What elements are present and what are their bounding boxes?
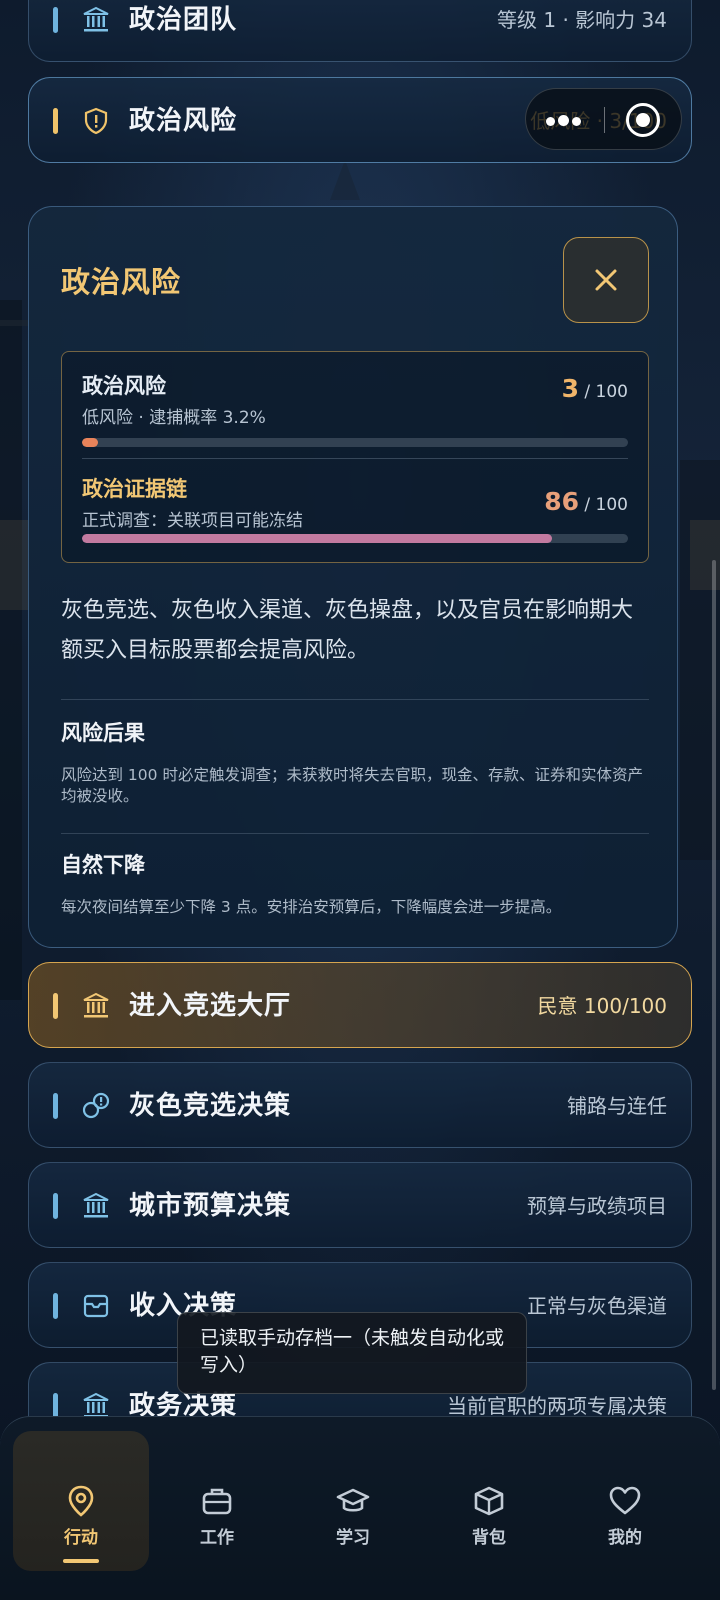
risk-progress-track [82, 438, 628, 447]
tab-action[interactable]: 行动 [13, 1431, 149, 1571]
package-box-icon [474, 1486, 504, 1516]
row-accent-bar [53, 1093, 58, 1119]
meter-name: 政治证据链 [82, 477, 187, 501]
tab-label: 学习 [336, 1528, 370, 1548]
meter-subtitle: 正式调查：关联项目可能冻结 [82, 511, 303, 531]
tab-backpack[interactable]: 背包 [421, 1431, 557, 1571]
briefcase-icon [202, 1488, 232, 1515]
close-button[interactable] [563, 237, 649, 323]
row-status: 正常与灰色渠道 [527, 1294, 667, 1318]
row-title: 进入竞选大厅 [129, 991, 292, 1021]
evidence-progress-track [82, 534, 628, 543]
panel-title: 政治风险 [61, 265, 182, 299]
row-accent-bar [53, 7, 58, 33]
graduation-cap-icon [336, 1488, 370, 1512]
location-pin-icon [68, 1485, 94, 1517]
gray-campaign-row[interactable]: 灰色竞选决策 铺路与连任 [28, 1062, 692, 1148]
row-status: 预算与政绩项目 [527, 1194, 667, 1218]
tab-label: 工作 [200, 1528, 234, 1548]
meter-value: 3 / 100 [562, 374, 628, 403]
meter-value: 86 / 100 [544, 487, 628, 516]
row-title: 政治团队 [129, 5, 238, 35]
row-status: 铺路与连任 [567, 1094, 667, 1118]
toast-message: 已读取手动存档一（未触发自动化或写入） [177, 1312, 527, 1394]
risk-detail-panel: 政治风险 政治风险 低风险 · 逮捕概率 3.2% 3 / 100 政治证据链 … [28, 206, 678, 948]
meter-value-max: / 100 [584, 495, 628, 515]
scrollbar[interactable] [712, 560, 716, 1390]
city-budget-row[interactable]: 城市预算决策 预算与政绩项目 [28, 1162, 692, 1248]
meter-name: 政治风险 [82, 374, 166, 398]
bank-building-icon [79, 989, 113, 1023]
tab-label: 行动 [64, 1528, 98, 1548]
section-divider [61, 833, 649, 834]
section-text: 每次夜间结算至少下降 3 点。安排治安预算后，下降幅度会进一步提高。 [61, 898, 562, 916]
tab-study[interactable]: 学习 [285, 1431, 421, 1571]
tab-label: 我的 [608, 1528, 642, 1548]
section-text: 风险达到 100 时必定触发调查；未获救时将失去官职，现金、存款、证券和实体资产… [61, 766, 643, 805]
more-dots-icon[interactable] [546, 111, 584, 130]
row-title: 灰色竞选决策 [129, 1091, 292, 1121]
chain-link-icon [79, 1089, 113, 1123]
row-accent-bar [53, 993, 58, 1019]
meter-value-max: / 100 [584, 382, 628, 402]
heart-icon [609, 1486, 641, 1515]
bank-building-icon [79, 3, 113, 37]
capsule-divider [604, 107, 605, 133]
meter-divider [82, 458, 628, 459]
meter-value-number: 3 [561, 374, 579, 403]
miniapp-capsule[interactable] [525, 88, 682, 150]
row-accent-bar [53, 108, 58, 134]
risk-description: 灰色竞选、灰色收入渠道、灰色操盘，以及官员在影响期大额买入目标股票都会提高风险。 [61, 598, 634, 663]
row-status: 民意 100/100 [537, 994, 667, 1018]
tab-work[interactable]: 工作 [149, 1431, 285, 1571]
section-divider [61, 699, 649, 700]
row-title: 政治风险 [129, 106, 238, 136]
tab-label: 背包 [472, 1528, 506, 1548]
inbox-tray-icon [79, 1289, 113, 1323]
bottom-tab-bar: 行动 工作 学习 背包 我的 [0, 1416, 720, 1600]
section-title: 风险后果 [61, 721, 145, 745]
section-title: 自然下降 [61, 853, 145, 877]
close-target-icon[interactable] [626, 103, 660, 137]
row-accent-bar [53, 1293, 58, 1319]
shield-alert-icon [79, 104, 113, 138]
meter-subtitle: 低风险 · 逮捕概率 3.2% [82, 408, 266, 428]
meter-value-number: 86 [544, 487, 579, 516]
campaign-hall-row[interactable]: 进入竞选大厅 民意 100/100 [28, 962, 692, 1048]
close-icon [595, 269, 617, 291]
risk-meters-box: 政治风险 低风险 · 逮捕概率 3.2% 3 / 100 政治证据链 正式调查：… [61, 351, 649, 563]
active-tab-indicator [63, 1559, 99, 1563]
row-status: 等级 1 · 影响力 34 [497, 8, 667, 32]
political-team-row[interactable]: 政治团队 等级 1 · 影响力 34 [28, 0, 692, 62]
row-title: 城市预算决策 [129, 1191, 292, 1221]
risk-progress-fill [82, 438, 99, 447]
bank-building-icon [79, 1189, 113, 1223]
evidence-progress-fill [82, 534, 552, 543]
tab-profile[interactable]: 我的 [557, 1431, 693, 1571]
row-accent-bar [53, 1193, 58, 1219]
